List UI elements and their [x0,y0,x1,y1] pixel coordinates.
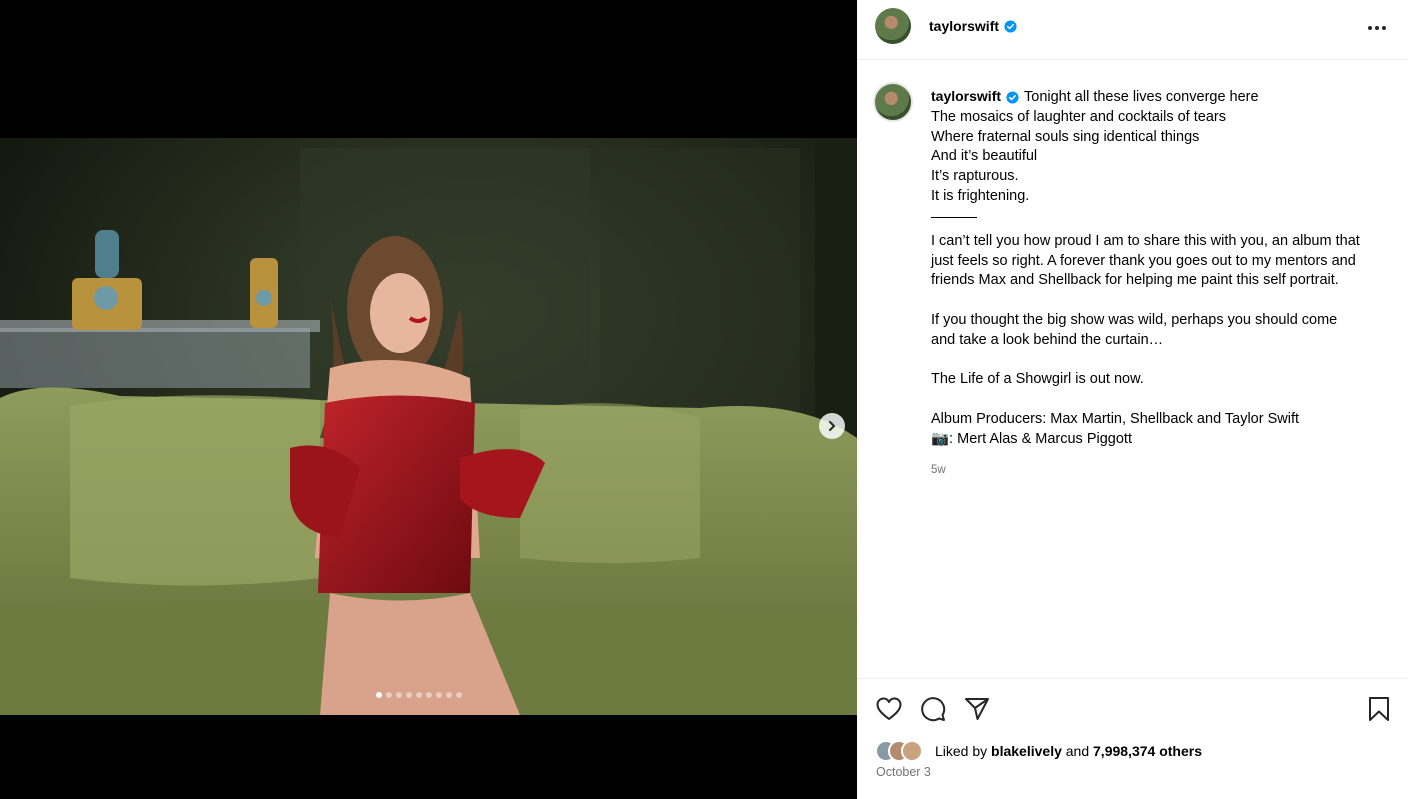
slide-dot [456,692,462,698]
more-options-button[interactable] [1364,16,1390,40]
slide-dot [426,692,432,698]
caption-line: The mosaics of laughter and cocktails of… [931,108,1226,125]
heart-icon [876,697,902,720]
comment-icon [921,697,946,722]
next-slide-button[interactable] [819,413,845,439]
verified-badge-icon [1004,19,1017,33]
caption-line: The Life of a Showgirl is out now. [931,371,1144,388]
header-user: taylorswift [929,18,1017,34]
slide-dot [446,692,452,698]
post-photo[interactable] [0,138,857,715]
send-icon [965,698,989,720]
comment-button[interactable] [919,695,947,723]
caption-avatar[interactable] [873,82,913,122]
caption-line: Album Producers: Max Martin, Shellback a… [931,410,1300,427]
caption-line: It’s rapturous. [931,168,1019,185]
slide-dot [376,692,382,698]
caption-line: If you thought the big show was wild, pe… [931,311,1338,328]
likes-others-link[interactable]: 7,998,374 others [1093,743,1202,759]
caption-line: just feels so right. A forever thank you… [931,252,1356,269]
caption-line: It is frightening. [931,187,1030,204]
share-button[interactable] [963,695,991,723]
caption-line: And it’s beautiful [931,148,1038,165]
caption-username-link[interactable]: taylorswift [931,87,1001,107]
avatar [901,740,923,762]
caption-line: friends Max and Shellback for helping me… [931,272,1339,289]
post-header: taylorswift [857,0,1408,60]
post-date[interactable]: October 3 [876,765,931,779]
verified-badge-icon [1006,91,1019,104]
slide-indicator [376,692,462,698]
action-bar [857,678,1408,736]
slide-dot [386,692,392,698]
caption-line: Where fraternal souls sing identical thi… [931,128,1200,145]
caption-divider [931,216,977,218]
post-media [0,0,857,799]
liker-avatars [875,740,933,762]
chevron-right-icon [829,421,836,431]
bookmark-icon [1369,697,1389,721]
slide-dot [406,692,412,698]
slide-dot [436,692,442,698]
caption-line: 📷: Mert Alas & Marcus Piggott [931,430,1132,447]
post-details-panel: taylorswift taylorswift Tonight all thes… [857,0,1408,799]
likes-conjunction: and [1065,743,1090,759]
caption-line: I can’t tell you how proud I am to share… [931,232,1360,249]
username-link[interactable]: taylorswift [929,18,999,34]
post-caption: taylorswift Tonight all these lives conv… [931,87,1401,480]
save-button[interactable] [1365,695,1393,723]
caption-timestamp[interactable]: 5w [931,461,1401,481]
slide-dot [416,692,422,698]
avatar[interactable] [875,8,911,44]
likes-prefix: Liked by [935,743,988,759]
liker-username-link[interactable]: blakelively [991,743,1062,759]
photo-illustration [0,138,857,715]
caption-first-line: taylorswift Tonight all these lives conv… [931,87,1401,108]
more-horizontal-icon [1368,26,1386,30]
slide-dot [396,692,402,698]
caption-line: and take a look behind the curtain… [931,331,1164,348]
caption-text: Tonight all these lives converge here [1024,89,1259,105]
like-button[interactable] [875,695,903,723]
likes-summary: Liked by blakelively and 7,998,374 other… [875,740,1202,762]
